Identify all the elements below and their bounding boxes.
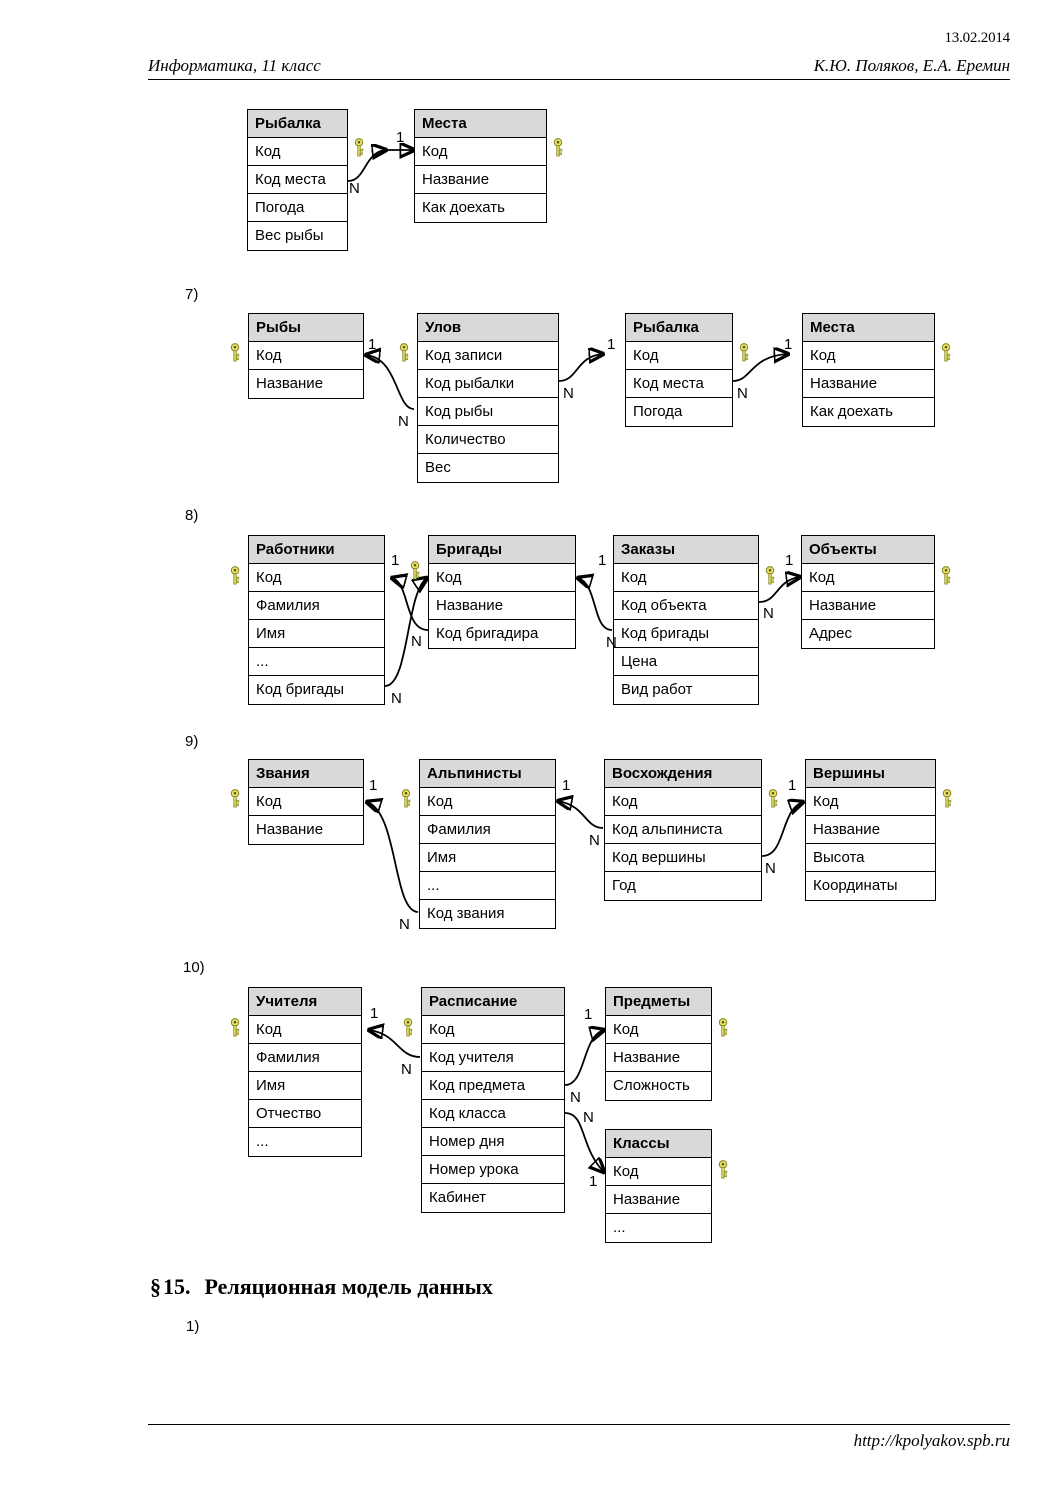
er-diagram-10: 10) Учителя Код Фамилия Имя Отчество ...… — [0, 0, 1058, 1497]
cardinality-one: 1 — [370, 1005, 379, 1022]
entity-raspisanie: Расписание Код Код учителя Код предмета … — [421, 987, 565, 1213]
entity-field: Код класса — [422, 1100, 564, 1128]
entity-title: Предметы — [606, 988, 711, 1016]
entity-field: Код — [422, 1016, 564, 1044]
entity-field: ... — [613, 1219, 626, 1236]
footer-rule — [148, 1424, 1010, 1425]
section-number: 15. — [163, 1274, 191, 1299]
entity-field: Фамилия — [249, 1044, 361, 1072]
key-icon — [718, 1018, 728, 1037]
entity-title: Классы — [606, 1130, 711, 1158]
entity-uchitelya: Учителя Код Фамилия Имя Отчество ... — [248, 987, 362, 1157]
entity-field: Название — [606, 1044, 711, 1072]
section-heading: §15. Реляционная модель данных — [150, 1274, 493, 1300]
entity-field: Номер урока — [422, 1156, 564, 1184]
key-icon — [403, 1018, 413, 1037]
diagram-index: 10) — [183, 959, 205, 976]
entity-field: Имя — [249, 1072, 361, 1100]
footer-url: http://kpolyakov.spb.ru — [853, 1431, 1010, 1450]
entity-field: Сложность — [613, 1077, 690, 1094]
paragraph-symbol: § — [150, 1274, 161, 1299]
page-footer: http://kpolyakov.spb.ru — [148, 1424, 1010, 1451]
entity-predmety: Предметы Код Название Сложность — [605, 987, 712, 1101]
cardinality-one: 1 — [584, 1006, 593, 1023]
entity-field: Код — [606, 1158, 711, 1186]
entity-field: Кабинет — [429, 1189, 487, 1206]
section-title: Реляционная модель данных — [204, 1274, 493, 1299]
cardinality-one: 1 — [589, 1173, 598, 1190]
entity-klassy: Классы Код Название ... — [605, 1129, 712, 1243]
key-icon — [718, 1160, 728, 1179]
entity-field: Код учителя — [422, 1044, 564, 1072]
section-item-1: 1) — [186, 1318, 200, 1335]
cardinality-many: N — [401, 1061, 412, 1078]
cardinality-many: N — [583, 1109, 594, 1126]
entity-field: Код предмета — [422, 1072, 564, 1100]
entity-field: Код — [249, 1016, 361, 1044]
cardinality-many: N — [570, 1089, 581, 1106]
entity-field: Код — [606, 1016, 711, 1044]
entity-field: Отчество — [249, 1100, 361, 1128]
entity-field: Номер дня — [422, 1128, 564, 1156]
key-icon — [230, 1018, 240, 1037]
entity-field: Название — [606, 1186, 711, 1214]
entity-field: ... — [256, 1133, 269, 1150]
diagram-10-connectors — [0, 0, 1058, 1497]
entity-title: Расписание — [422, 988, 564, 1016]
entity-title: Учителя — [249, 988, 361, 1016]
